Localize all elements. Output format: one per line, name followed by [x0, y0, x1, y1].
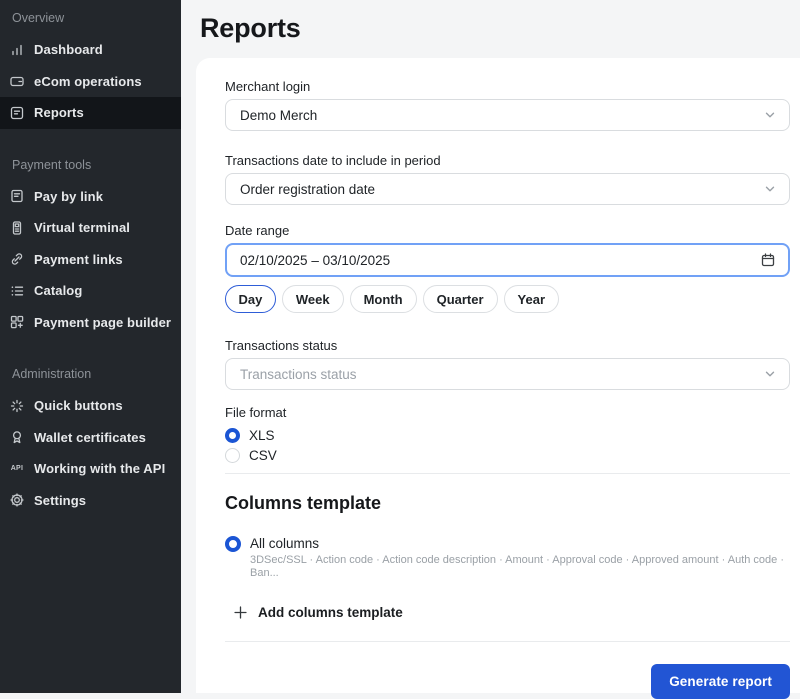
pay-by-link-icon	[8, 188, 26, 204]
date-range-value: 02/10/2025 – 03/10/2025	[240, 253, 390, 268]
footer-divider	[225, 641, 790, 642]
sidebar-item-reports[interactable]: Reports	[0, 97, 181, 129]
catalog-icon	[8, 283, 26, 299]
sidebar-item-label: Payment links	[34, 252, 123, 267]
date-range-input[interactable]: 02/10/2025 – 03/10/2025	[225, 243, 790, 277]
sidebar-section-administration: Administration Quick buttons Wallet cert…	[0, 364, 181, 516]
merchant-login-label: Merchant login	[225, 80, 790, 94]
merchant-login-group: Merchant login Demo Merch	[225, 80, 790, 131]
sidebar-item-quick-buttons[interactable]: Quick buttons	[0, 390, 181, 422]
add-columns-template-label: Add columns template	[258, 605, 403, 620]
sidebar-item-label: Catalog	[34, 283, 82, 298]
sidebar-item-payment-links[interactable]: Payment links	[0, 244, 181, 276]
date-range-group: Date range 02/10/2025 – 03/10/2025 Day W…	[225, 224, 790, 313]
sidebar-item-wallet-certificates[interactable]: Wallet certificates	[0, 422, 181, 454]
sidebar-section-overview: Overview Dashboard eCom operations Repor…	[0, 8, 181, 129]
transactions-status-select[interactable]: Transactions status	[225, 358, 790, 390]
page-title: Reports	[200, 13, 800, 44]
virtual-terminal-icon	[8, 220, 26, 236]
sidebar-item-label: Wallet certificates	[34, 430, 146, 445]
radio-checked-icon[interactable]	[225, 428, 240, 443]
date-range-label: Date range	[225, 224, 790, 238]
period-pill-day[interactable]: Day	[225, 285, 276, 313]
sidebar-item-ecom-operations[interactable]: eCom operations	[0, 66, 181, 98]
transactions-date-group: Transactions date to include in period O…	[225, 154, 790, 205]
merchant-login-value: Demo Merch	[240, 108, 317, 123]
payment-page-builder-icon	[8, 314, 26, 330]
quick-buttons-icon	[8, 398, 26, 414]
transactions-date-value: Order registration date	[240, 182, 375, 197]
sidebar-item-virtual-terminal[interactable]: Virtual terminal	[0, 212, 181, 244]
transactions-status-label: Transactions status	[225, 339, 790, 353]
file-format-group: File format XLS CSV	[225, 406, 790, 465]
calendar-icon[interactable]	[760, 252, 776, 268]
payment-links-icon	[8, 251, 26, 267]
file-format-option-csv[interactable]: CSV	[225, 445, 790, 465]
radio-checked-icon[interactable]	[225, 536, 241, 552]
sidebar-item-label: Payment page builder	[34, 315, 171, 330]
period-pill-year[interactable]: Year	[504, 285, 559, 313]
reports-icon	[8, 105, 26, 121]
chevron-down-icon	[763, 182, 777, 196]
all-columns-description: 3DSec/SSL · Action code · Action code de…	[250, 554, 790, 580]
chevron-down-icon	[763, 367, 777, 381]
report-form-card: Merchant login Demo Merch Transactions d…	[196, 58, 800, 693]
sidebar-item-label: Virtual terminal	[34, 220, 130, 235]
columns-template-option-all[interactable]: All columns 3DSec/SSL · Action code · Ac…	[225, 536, 790, 580]
section-divider	[225, 473, 790, 474]
file-format-option-xls[interactable]: XLS	[225, 425, 790, 445]
sidebar-item-settings[interactable]: Settings	[0, 485, 181, 517]
transactions-status-placeholder: Transactions status	[240, 367, 357, 382]
section-label-administration: Administration	[0, 364, 181, 384]
sidebar-section-payment-tools: Payment tools Pay by link Virtual termin…	[0, 155, 181, 339]
sidebar-item-dashboard[interactable]: Dashboard	[0, 34, 181, 66]
generate-report-button[interactable]: Generate report	[651, 664, 790, 699]
sidebar-item-pay-by-link[interactable]: Pay by link	[0, 181, 181, 213]
plus-icon	[233, 605, 248, 620]
section-label-payment-tools: Payment tools	[0, 155, 181, 175]
dashboard-icon	[8, 42, 26, 58]
transactions-date-label: Transactions date to include in period	[225, 154, 790, 168]
sidebar-item-label: Settings	[34, 493, 86, 508]
wallet-certificates-icon	[8, 429, 26, 445]
main-content: Reports Merchant login Demo Merch Transa…	[181, 0, 800, 693]
columns-template-heading: Columns template	[225, 492, 790, 514]
radio-label: CSV	[249, 448, 277, 463]
period-pill-quarter[interactable]: Quarter	[423, 285, 498, 313]
section-label-overview: Overview	[0, 8, 181, 28]
sidebar-item-working-with-api[interactable]: API Working with the API	[0, 453, 181, 485]
radio-label: XLS	[249, 428, 275, 443]
radio-unchecked-icon[interactable]	[225, 448, 240, 463]
sidebar-item-label: Dashboard	[34, 42, 103, 57]
sidebar-item-catalog[interactable]: Catalog	[0, 275, 181, 307]
settings-icon	[8, 492, 26, 508]
sidebar: Overview Dashboard eCom operations Repor…	[0, 0, 181, 693]
period-pill-group: Day Week Month Quarter Year	[225, 285, 790, 313]
period-pill-week[interactable]: Week	[282, 285, 344, 313]
sidebar-item-label: Pay by link	[34, 189, 103, 204]
transactions-date-select[interactable]: Order registration date	[225, 173, 790, 205]
sidebar-item-label: Quick buttons	[34, 398, 123, 413]
file-format-label: File format	[225, 406, 790, 420]
all-columns-label: All columns	[250, 536, 790, 551]
sidebar-item-label: eCom operations	[34, 74, 142, 89]
sidebar-item-label: Reports	[34, 105, 84, 120]
period-pill-month[interactable]: Month	[350, 285, 417, 313]
api-icon: API	[8, 461, 26, 477]
transactions-status-group: Transactions status Transactions status	[225, 339, 790, 390]
add-columns-template-button[interactable]: Add columns template	[233, 602, 403, 622]
merchant-login-select[interactable]: Demo Merch	[225, 99, 790, 131]
sidebar-item-label: Working with the API	[34, 461, 165, 476]
ecom-operations-icon	[8, 73, 26, 89]
footer-actions: Generate report	[225, 664, 790, 699]
sidebar-item-payment-page-builder[interactable]: Payment page builder	[0, 307, 181, 339]
chevron-down-icon	[763, 108, 777, 122]
